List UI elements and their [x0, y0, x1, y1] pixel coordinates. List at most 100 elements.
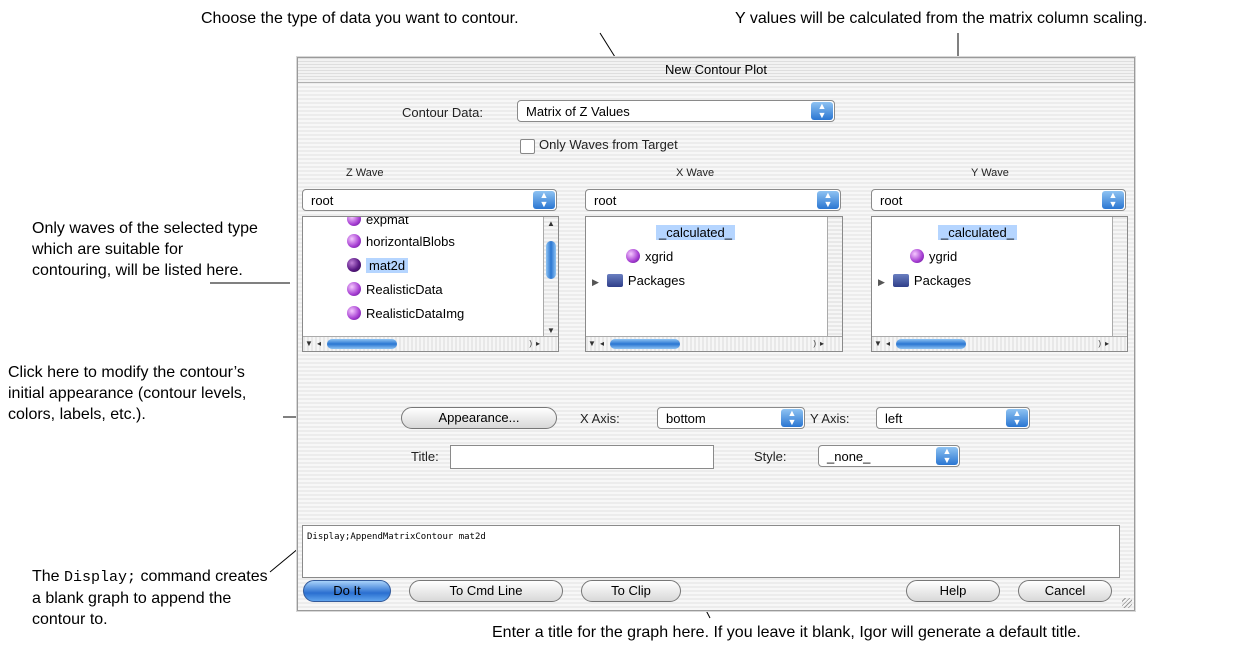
do-it-button[interactable]: Do It	[303, 580, 391, 602]
list-item[interactable]: xgrid	[626, 249, 673, 264]
wave-icon	[347, 306, 361, 320]
help-button[interactable]: Help	[906, 580, 1000, 602]
vertical-scrollbar[interactable]: ▲ ▼	[543, 217, 558, 337]
scroll-left-arrow-icon[interactable]: ◂	[317, 339, 321, 348]
horizontal-scrollbar[interactable]: ▼ ◂ ) ▸	[303, 336, 558, 351]
new-contour-plot-dialog: New Contour Plot Contour Data: Matrix of…	[297, 57, 1135, 611]
list-item-selected[interactable]: mat2d	[347, 258, 409, 273]
x-wave-header: X Wave	[676, 167, 715, 179]
vertical-scrollbar[interactable]	[827, 217, 842, 337]
horizontal-scrollbar[interactable]: ▼ ◂ ) ▸	[586, 336, 842, 351]
contour-data-label: Contour Data:	[402, 105, 483, 120]
scroll-menu-icon[interactable]: ▼	[588, 339, 596, 348]
scroll-left-arrow-icon[interactable]: ◂	[600, 339, 604, 348]
list-item[interactable]: RealisticDataImg	[347, 306, 464, 321]
wave-icon	[347, 217, 361, 226]
dialog-titlebar[interactable]: New Contour Plot	[298, 58, 1134, 83]
scroll-right-arrow-icon[interactable]: ▸	[820, 339, 824, 348]
scroll-divider-icon: )	[813, 339, 816, 348]
scroll-divider-icon: )	[529, 339, 532, 348]
resize-grip-icon[interactable]	[1122, 598, 1132, 608]
contour-data-value: Matrix of Z Values	[526, 104, 630, 119]
wave-icon	[626, 249, 640, 263]
wave-icon	[347, 258, 361, 272]
list-item-label: horizontalBlobs	[366, 234, 455, 249]
list-item-label: RealisticData	[366, 282, 443, 297]
list-item-label: Packages	[913, 273, 972, 288]
list-item[interactable]: horizontalBlobs	[347, 234, 455, 249]
x-wave-list[interactable]: _calculated_ xgrid ▶ Packages ▼ ◂ ) ▸	[585, 216, 843, 352]
list-item-label: RealisticDataImg	[366, 306, 465, 321]
scroll-right-arrow-icon[interactable]: ▸	[536, 339, 540, 348]
x-wave-folder-value: root	[594, 193, 617, 208]
scrollbar-thumb[interactable]	[610, 339, 680, 349]
x-axis-label: X Axis:	[580, 411, 620, 426]
annotation-y-values: Y values will be calculated from the mat…	[735, 10, 1148, 27]
to-clip-button[interactable]: To Clip	[581, 580, 681, 602]
y-axis-popup[interactable]: left ▲ ▼	[876, 407, 1030, 429]
scroll-right-arrow-icon[interactable]: ▸	[1105, 339, 1109, 348]
appearance-button[interactable]: Appearance...	[401, 407, 557, 429]
scrollbar-thumb[interactable]	[896, 339, 966, 349]
popup-arrows-icon: ▲ ▼	[781, 409, 803, 427]
annotation-text: The	[32, 568, 65, 585]
scrollbar-thumb[interactable]	[327, 339, 397, 349]
title-field[interactable]	[450, 445, 714, 469]
annotation-contour-data: Choose the type of data you want to cont…	[201, 10, 519, 27]
popup-arrows-icon: ▲ ▼	[817, 191, 839, 209]
popup-arrows-icon: ▲ ▼	[533, 191, 555, 209]
z-wave-list[interactable]: expmat horizontalBlobs mat2d RealisticDa…	[302, 216, 559, 352]
scroll-left-arrow-icon[interactable]: ◂	[886, 339, 890, 348]
disclosure-triangle-icon[interactable]: ▶	[592, 277, 599, 288]
scroll-menu-icon[interactable]: ▼	[305, 339, 313, 348]
popup-arrows-icon: ▲ ▼	[811, 102, 833, 120]
list-item[interactable]: ▶ Packages	[592, 273, 685, 288]
vertical-scrollbar[interactable]	[1112, 217, 1127, 337]
scrollbar-thumb[interactable]	[546, 241, 556, 279]
popup-arrows-icon: ▲ ▼	[1102, 191, 1124, 209]
annotation-appearance: Click here to modify the contour’s initi…	[8, 364, 247, 423]
command-text-area[interactable]: Display;AppendMatrixContour mat2d	[302, 525, 1120, 578]
y-wave-header: Y Wave	[971, 167, 1009, 179]
x-wave-folder-popup[interactable]: root ▲ ▼	[585, 189, 841, 211]
only-waves-label: Only Waves from Target	[539, 137, 678, 152]
title-label: Title:	[411, 449, 439, 464]
list-item[interactable]: ygrid	[910, 249, 957, 264]
horizontal-scrollbar[interactable]: ▼ ◂ ) ▸	[872, 336, 1127, 351]
style-popup[interactable]: _none_ ▲ ▼	[818, 445, 960, 467]
scroll-down-arrow-icon[interactable]: ▼	[547, 326, 555, 335]
list-item-selected[interactable]: _calculated_	[656, 225, 735, 240]
style-label: Style:	[754, 449, 787, 464]
wave-icon	[347, 234, 361, 248]
list-item-label: ygrid	[929, 249, 958, 264]
x-axis-popup[interactable]: bottom ▲ ▼	[657, 407, 805, 429]
scroll-up-arrow-icon[interactable]: ▲	[547, 219, 555, 228]
list-item[interactable]: RealisticData	[347, 282, 443, 297]
list-item[interactable]: expmat	[347, 217, 409, 227]
to-cmd-line-button[interactable]: To Cmd Line	[409, 580, 563, 602]
list-item-label: xgrid	[645, 249, 674, 264]
popup-arrows-icon: ▲ ▼	[936, 447, 958, 465]
scroll-menu-icon[interactable]: ▼	[874, 339, 882, 348]
folder-icon	[892, 274, 909, 287]
list-item-selected[interactable]: _calculated_	[938, 225, 1017, 240]
folder-icon	[606, 274, 623, 287]
style-value: _none_	[827, 449, 871, 464]
list-item[interactable]: ▶ Packages	[878, 273, 971, 288]
annotation-wave-lists: Only waves of the selected type which ar…	[32, 220, 258, 279]
y-wave-list[interactable]: _calculated_ ygrid ▶ Packages ▼ ◂ ) ▸	[871, 216, 1128, 352]
only-waves-checkbox[interactable]	[520, 139, 535, 154]
z-wave-folder-value: root	[311, 193, 334, 208]
y-wave-folder-popup[interactable]: root ▲ ▼	[871, 189, 1126, 211]
annotation-code: Display;	[64, 569, 137, 586]
annotation-display-command: The Display; command creates a blank gra…	[32, 566, 272, 630]
z-wave-folder-popup[interactable]: root ▲ ▼	[302, 189, 557, 211]
cancel-button[interactable]: Cancel	[1018, 580, 1112, 602]
y-axis-value: left	[885, 411, 903, 426]
disclosure-triangle-icon[interactable]: ▶	[878, 277, 885, 288]
y-axis-label: Y Axis:	[810, 411, 850, 426]
contour-data-popup[interactable]: Matrix of Z Values ▲ ▼	[517, 100, 835, 122]
popup-arrows-icon: ▲ ▼	[1006, 409, 1028, 427]
list-item-label: mat2d	[366, 258, 409, 273]
scroll-divider-icon: )	[1098, 339, 1101, 348]
